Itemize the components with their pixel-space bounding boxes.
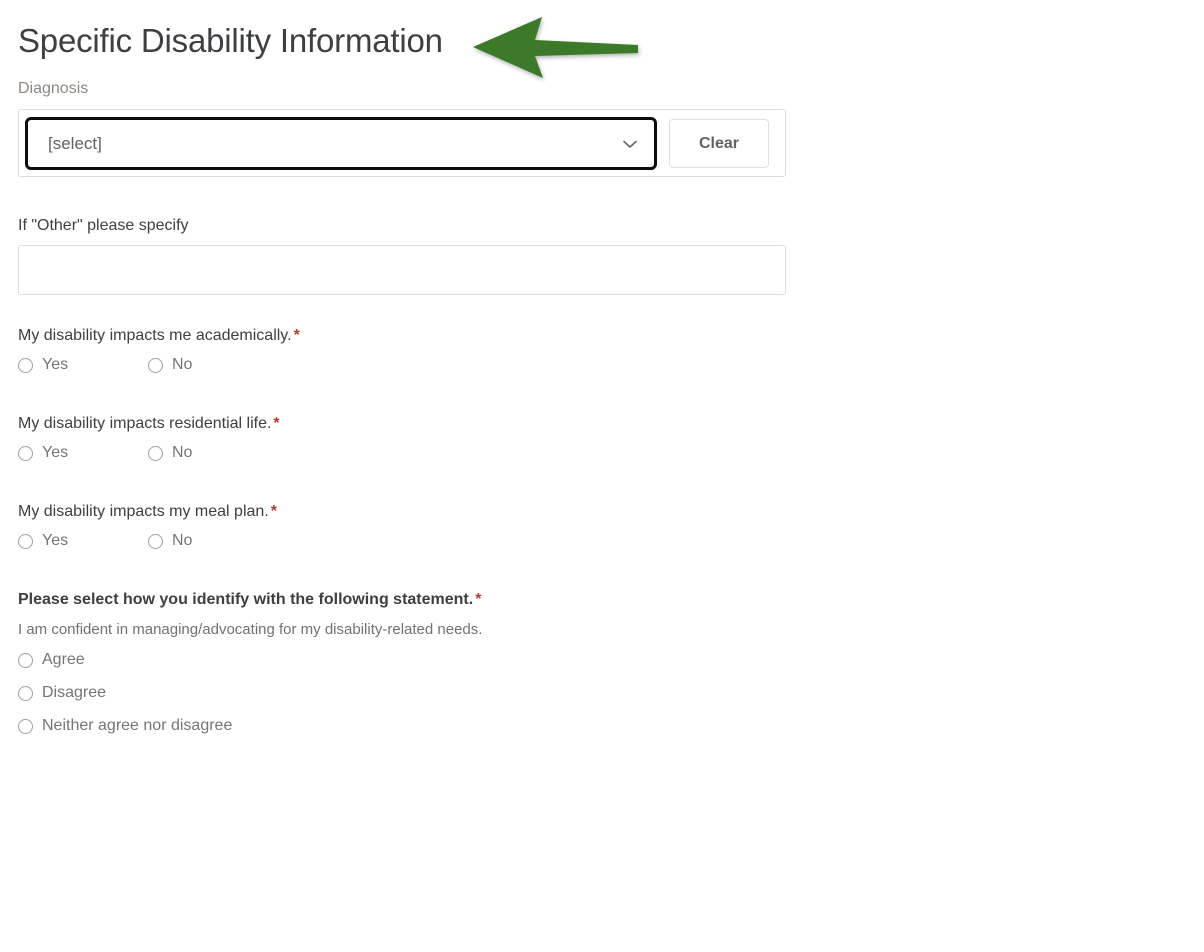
radio-label: No [172, 444, 193, 461]
radio-statement-disagree[interactable]: Disagree [18, 683, 1204, 703]
radio-statement-agree[interactable]: Agree [18, 650, 1204, 670]
green-arrow-annotation-icon [466, 14, 642, 80]
statement-options: Agree Disagree Neither agree nor disagre… [18, 650, 1204, 736]
other-specify-label: If "Other" please specify [18, 217, 189, 234]
radio-residential-no[interactable]: No [148, 443, 192, 463]
question-residential-options: Yes No [18, 443, 1204, 463]
statement-question-text: Please select how you identify with the … [18, 591, 474, 608]
radio-label: Yes [42, 532, 69, 549]
diagnosis-label: Diagnosis [18, 80, 89, 97]
required-asterisk: * [270, 503, 277, 520]
required-asterisk: * [273, 415, 280, 432]
form-page: Specific Disability Information Diagnosi… [0, 0, 1204, 952]
radio-circle-icon [18, 718, 33, 734]
radio-circle-icon [148, 533, 163, 549]
radio-circle-icon [148, 445, 163, 461]
radio-label: Yes [42, 356, 69, 373]
chevron-down-icon [620, 134, 640, 154]
radio-residential-yes[interactable]: Yes [18, 443, 148, 463]
question-mealplan-label: My disability impacts my meal plan. * [18, 501, 1204, 523]
clear-button[interactable]: Clear [669, 119, 769, 168]
diagnosis-select[interactable]: [select] [25, 117, 657, 170]
statement-text: I am confident in managing/advocating fo… [18, 621, 483, 638]
radio-mealplan-yes[interactable]: Yes [18, 531, 148, 551]
statement-question-label: Please select how you identify with the … [18, 589, 1204, 611]
radio-circle-icon [18, 357, 33, 373]
radio-circle-icon [18, 685, 33, 701]
radio-label: No [172, 532, 193, 549]
question-mealplan-options: Yes No [18, 531, 1204, 551]
radio-circle-icon [148, 357, 163, 373]
question-residential-label: My disability impacts residential life. * [18, 413, 1204, 435]
radio-academically-no[interactable]: No [148, 355, 192, 375]
radio-label: Yes [42, 444, 69, 461]
radio-academically-yes[interactable]: Yes [18, 355, 148, 375]
question-mealplan-text: My disability impacts my meal plan. [18, 503, 269, 520]
page-header: Specific Disability Information [0, 0, 1204, 78]
radio-circle-icon [18, 652, 33, 668]
radio-circle-icon [18, 533, 33, 549]
radio-statement-neither[interactable]: Neither agree nor disagree [18, 716, 1204, 736]
required-asterisk: * [293, 327, 300, 344]
question-academically-label: My disability impacts me academically. * [18, 325, 1204, 347]
radio-label: Agree [42, 651, 85, 668]
radio-circle-icon [18, 445, 33, 461]
diagnosis-selected-value: [select] [48, 133, 102, 153]
radio-label: Neither agree nor disagree [42, 717, 233, 734]
other-specify-input[interactable] [18, 245, 786, 295]
radio-mealplan-no[interactable]: No [148, 531, 192, 551]
diagnosis-field-group: [select] Clear [18, 109, 786, 177]
page-title: Specific Disability Information [18, 22, 443, 59]
question-academically-options: Yes No [18, 355, 1204, 375]
required-asterisk: * [475, 591, 482, 608]
radio-label: No [172, 356, 193, 373]
question-academically-text: My disability impacts me academically. [18, 327, 292, 344]
question-residential-text: My disability impacts residential life. [18, 415, 272, 432]
radio-label: Disagree [42, 684, 107, 701]
